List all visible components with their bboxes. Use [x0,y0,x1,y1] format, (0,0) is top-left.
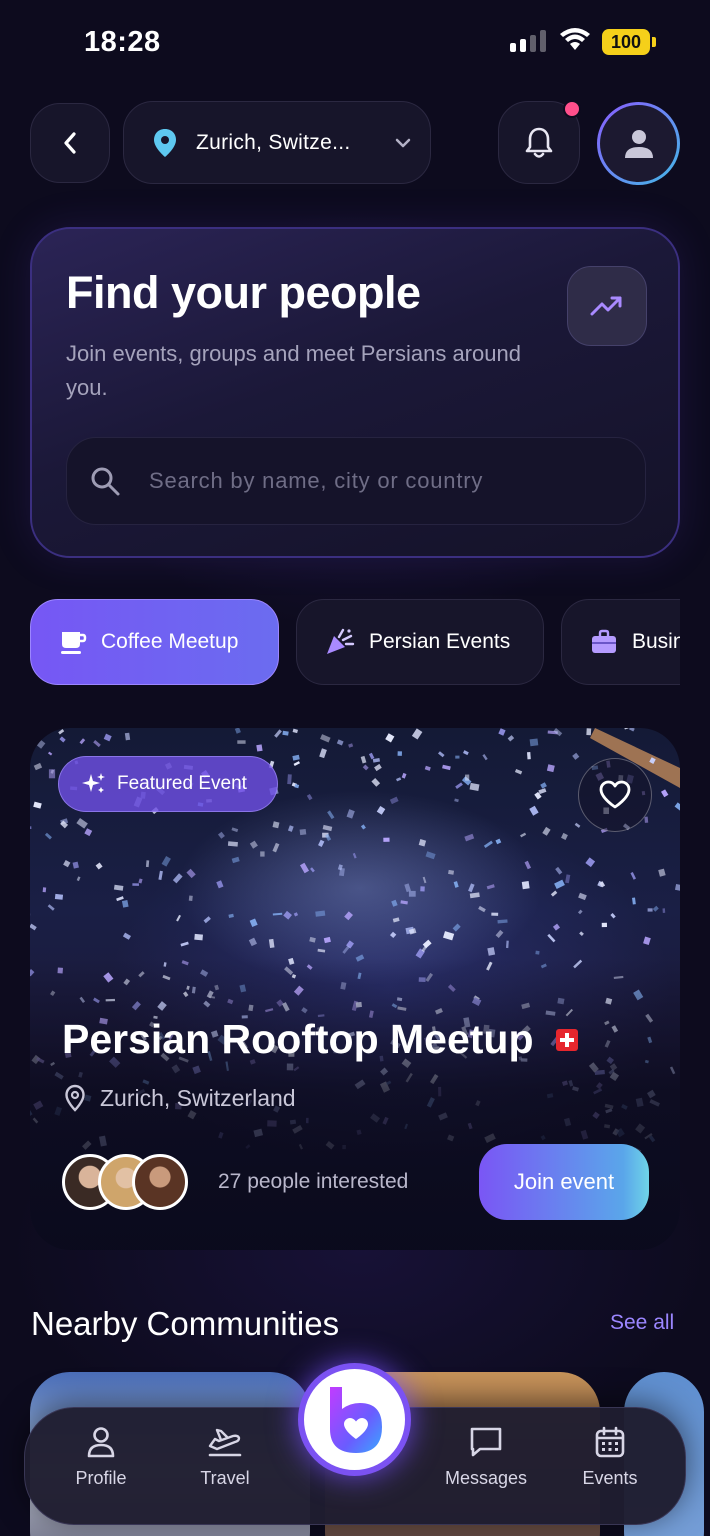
event-title-text: Persian Rooftop Meetup [62,1016,534,1062]
party-popper-icon [327,628,355,654]
sparkles-icon [82,773,105,793]
attendee-avatars [62,1154,192,1212]
join-event-button[interactable]: Join event [479,1144,649,1220]
chevron-left-icon [64,132,76,154]
tab-label: Events [582,1468,638,1488]
hero-title: Find your people [66,267,421,318]
featured-event-card[interactable]: Featured Event Persian Rooftop Meetup Zu… [30,728,680,1250]
chip-business[interactable]: Business [561,599,680,685]
tab-events[interactable]: Events [555,1426,665,1489]
tab-label: Messages [444,1468,528,1488]
battery-tip [652,37,656,47]
interested-count: 27 people interested [218,1170,409,1193]
see-all-link[interactable]: See all [610,1311,674,1335]
chip-coffee-meetup[interactable]: Coffee Meetup [30,599,279,685]
search-icon [91,467,120,496]
tab-label: Profile [75,1468,127,1488]
event-title: Persian Rooftop Meetup [62,1016,578,1063]
tab-label: Travel [200,1468,250,1488]
location-outline-icon [65,1084,85,1112]
category-chips: Coffee Meetup Persian Events Business [30,599,680,686]
app-logo-icon [329,1386,382,1453]
tab-profile[interactable]: Profile [46,1426,156,1489]
swiss-flag-icon [555,1028,578,1051]
search-input[interactable] [149,468,609,494]
battery-indicator: 100 [602,29,650,55]
chevron-down-icon [395,138,411,147]
featured-badge-label: Featured Event [117,773,247,794]
event-location-text: Zurich, Switzerland [100,1084,296,1111]
briefcase-icon [592,629,616,653]
favorite-button[interactable] [578,758,652,832]
event-location: Zurich, Switzerland [64,1084,296,1112]
nearby-communities-title: Nearby Communities [31,1305,340,1342]
calendar-icon [595,1426,625,1458]
heart-icon [599,780,631,809]
chip-label: Business [632,630,680,653]
wifi-icon [560,28,590,50]
attendee-avatar [132,1154,188,1210]
user-icon [624,129,653,158]
tab-travel[interactable]: Travel [170,1426,280,1489]
back-button[interactable] [30,103,110,183]
trending-up-icon [590,296,622,316]
bell-icon [525,127,553,158]
chip-label: Coffee Meetup [101,630,239,653]
cellular-signal-icon [510,30,546,52]
chip-label: Persian Events [369,630,511,653]
trending-button[interactable] [567,266,647,346]
message-icon [470,1427,502,1457]
user-avatar-button[interactable] [597,102,680,185]
location-selector[interactable]: Zurich, Switze... [123,101,431,184]
app-logo-button[interactable] [298,1363,411,1476]
status-time: 18:28 [84,26,161,58]
profile-icon [87,1427,115,1458]
coffee-cup-icon [61,632,87,654]
hero-subtitle: Join events, groups and meet Persians ar… [66,341,521,400]
notification-dot [563,100,581,118]
hero-card: Find your people Join events, groups and… [30,227,680,558]
featured-event-badge: Featured Event [58,756,278,812]
chip-persian-events[interactable]: Persian Events [296,599,544,685]
search-bar[interactable] [66,437,646,525]
location-label: Zurich, Switze... [196,130,351,154]
location-pin-icon [154,128,176,157]
status-bar: 18:28 100 [0,0,710,86]
tab-messages[interactable]: Messages [431,1426,541,1489]
airplane-icon [208,1428,242,1457]
